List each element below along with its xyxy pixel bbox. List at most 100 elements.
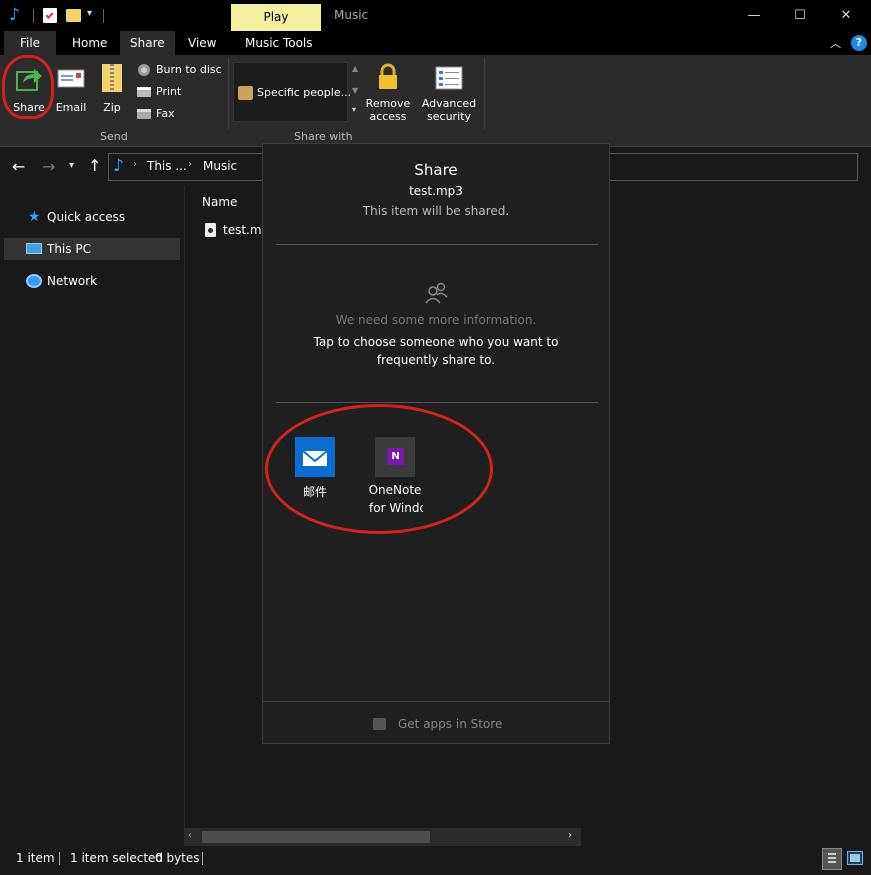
burn-label: Burn to disc	[156, 63, 222, 76]
flyout-divider	[276, 244, 598, 245]
remove-access-label-1: Remove	[365, 97, 411, 110]
flyout-divider	[263, 701, 609, 702]
audio-file-icon	[205, 223, 216, 237]
breadcrumb-separator-icon: ›	[188, 159, 192, 170]
status-separator	[202, 852, 203, 865]
fax-button[interactable]: Fax	[136, 106, 196, 122]
zip-label: Zip	[103, 101, 121, 114]
music-note-icon: ♪	[9, 5, 20, 25]
email-icon	[57, 69, 85, 88]
info-heading: We need some more information.	[335, 313, 537, 327]
printer-icon	[137, 87, 151, 97]
up-arrow-icon[interactable]: ↑	[88, 156, 101, 175]
tab-home[interactable]: Home	[62, 31, 117, 55]
large-icons-view-icon[interactable]	[847, 851, 863, 865]
zip-folder-icon	[102, 64, 122, 92]
ribbon-tabs: File Home Share View Music Tools ︿ ?	[0, 31, 871, 55]
status-bar: 1 item 1 item selected 0 bytes	[0, 846, 871, 875]
music-note-icon: ♪	[113, 156, 124, 176]
star-icon: ★	[28, 209, 41, 225]
qa-separator	[33, 9, 34, 23]
scroll-left-icon[interactable]: ‹	[188, 830, 192, 841]
contacts-prompt[interactable]: Tap to choose someone who you want to fr…	[283, 333, 589, 369]
tab-view[interactable]: View	[178, 31, 226, 55]
gallery-expand-icon[interactable]: ▾	[352, 105, 356, 114]
fax-icon	[137, 109, 151, 119]
status-separator	[59, 852, 60, 865]
forward-arrow-icon[interactable]: →	[42, 157, 55, 176]
disc-icon	[138, 64, 150, 76]
nav-quick-access[interactable]: ★ Quick access	[4, 206, 180, 228]
recent-locations-icon[interactable]: ▾	[69, 160, 74, 171]
people-icon	[238, 86, 253, 100]
contacts-icon	[425, 282, 448, 304]
burn-button[interactable]: Burn to disc	[136, 62, 222, 78]
properties-icon[interactable]	[43, 8, 57, 23]
help-icon[interactable]: ?	[851, 35, 867, 51]
status-item-count: 1 item	[16, 851, 55, 865]
nav-quick-access-label: Quick access	[47, 210, 126, 224]
nav-network[interactable]: Network	[4, 270, 180, 292]
tab-share[interactable]: Share	[120, 31, 175, 55]
collapse-ribbon-icon[interactable]: ︿	[830, 35, 841, 51]
share-flyout-filename: test.mp3	[409, 184, 463, 198]
breadcrumb-separator-icon: ›	[133, 159, 137, 170]
nav-this-pc-label: This PC	[47, 242, 91, 256]
share-with-gallery[interactable]: Specific people...	[233, 62, 351, 122]
annotation-circle-apps	[265, 404, 493, 534]
email-label: Email	[55, 101, 87, 114]
remove-access-button[interactable]: Remove access	[364, 59, 412, 125]
ribbon-share: Share Email Zip Burn to disc Print Fax S…	[0, 55, 871, 147]
column-header-name[interactable]: Name	[202, 195, 237, 209]
status-selected: 1 item selected	[70, 851, 164, 865]
advanced-security-button[interactable]: Advanced security	[420, 59, 478, 125]
advanced-security-label-1: Advanced	[421, 97, 477, 110]
security-sheet-icon	[435, 66, 463, 90]
breadcrumb-this-pc[interactable]: This ...	[147, 159, 187, 173]
back-arrow-icon[interactable]: ←	[12, 157, 25, 176]
scroll-right-icon[interactable]: ›	[568, 830, 572, 841]
advanced-security-label-2: security	[427, 110, 471, 123]
qa-separator	[103, 9, 104, 23]
title-bar: ♪ ▾ Play Music — ☐ ✕	[0, 0, 871, 31]
store-bag-icon	[373, 718, 386, 730]
send-group-label: Send	[100, 130, 128, 143]
share-flyout-title: Share	[414, 161, 458, 179]
play-context-tab[interactable]: Play	[231, 4, 321, 31]
minimize-button[interactable]: —	[731, 0, 777, 31]
network-icon	[26, 274, 42, 288]
share-flyout-subtitle: This item will be shared.	[362, 204, 510, 218]
fax-label: Fax	[156, 107, 175, 120]
new-folder-icon[interactable]	[66, 9, 81, 22]
nav-this-pc[interactable]: This PC	[4, 238, 180, 260]
specific-people-item[interactable]: Specific people...	[257, 86, 351, 99]
annotation-circle-share	[2, 55, 54, 119]
customize-qa-icon[interactable]: ▾	[87, 8, 92, 19]
navigation-pane: ★ Quick access This PC Network	[0, 186, 182, 846]
group-separator	[484, 59, 485, 129]
remove-access-label-2: access	[369, 110, 407, 123]
nav-network-label: Network	[47, 274, 98, 288]
details-view-icon[interactable]	[822, 848, 842, 870]
scroll-thumb[interactable]	[202, 831, 430, 843]
window-title: Music	[334, 8, 369, 22]
computer-icon	[26, 243, 42, 254]
tab-file[interactable]: File	[4, 31, 56, 55]
share-flyout: Share test.mp3 This item will be shared.…	[262, 143, 610, 744]
print-label: Print	[156, 85, 182, 98]
flyout-divider	[276, 402, 598, 403]
breadcrumb-music[interactable]: Music	[203, 159, 237, 173]
gallery-scroll-up-icon[interactable]: ▲	[352, 64, 358, 73]
tab-music-tools[interactable]: Music Tools	[235, 31, 323, 55]
email-button[interactable]: Email	[56, 59, 88, 115]
gallery-scroll-down-icon[interactable]: ▼	[352, 86, 358, 95]
close-button[interactable]: ✕	[823, 0, 869, 31]
share-with-group-label: Share with	[294, 130, 353, 143]
store-link-label: Get apps in Store	[398, 717, 503, 731]
lock-icon	[379, 63, 397, 89]
print-button[interactable]: Print	[136, 84, 196, 100]
status-size: 0 bytes	[155, 851, 200, 865]
horizontal-scrollbar[interactable]: ‹ ›	[184, 828, 581, 846]
maximize-button[interactable]: ☐	[777, 0, 823, 31]
zip-button[interactable]: Zip	[98, 59, 126, 115]
